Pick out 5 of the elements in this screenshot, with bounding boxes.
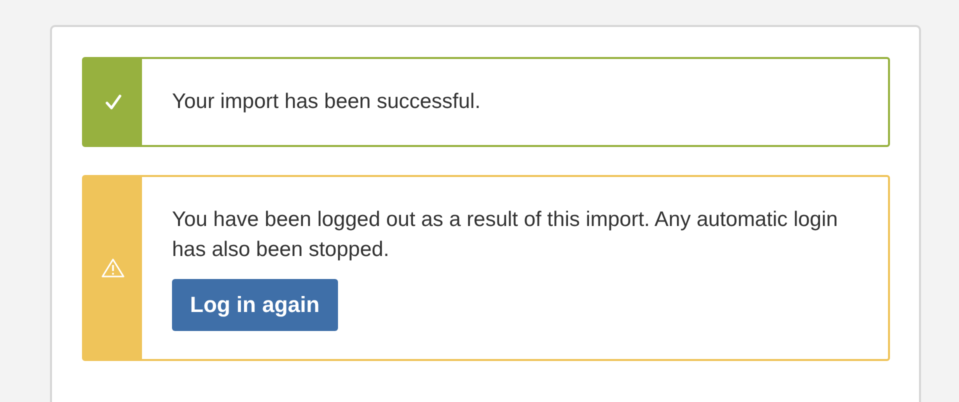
warning-icon [101, 258, 125, 278]
alert-message: Your import has been successful. [172, 89, 481, 115]
checkmark-icon [104, 94, 122, 110]
log-in-button[interactable]: Log in again [172, 279, 338, 331]
alert-message: You have been logged out as a result of this import. Any automatic login has also been stopped. [172, 207, 839, 263]
